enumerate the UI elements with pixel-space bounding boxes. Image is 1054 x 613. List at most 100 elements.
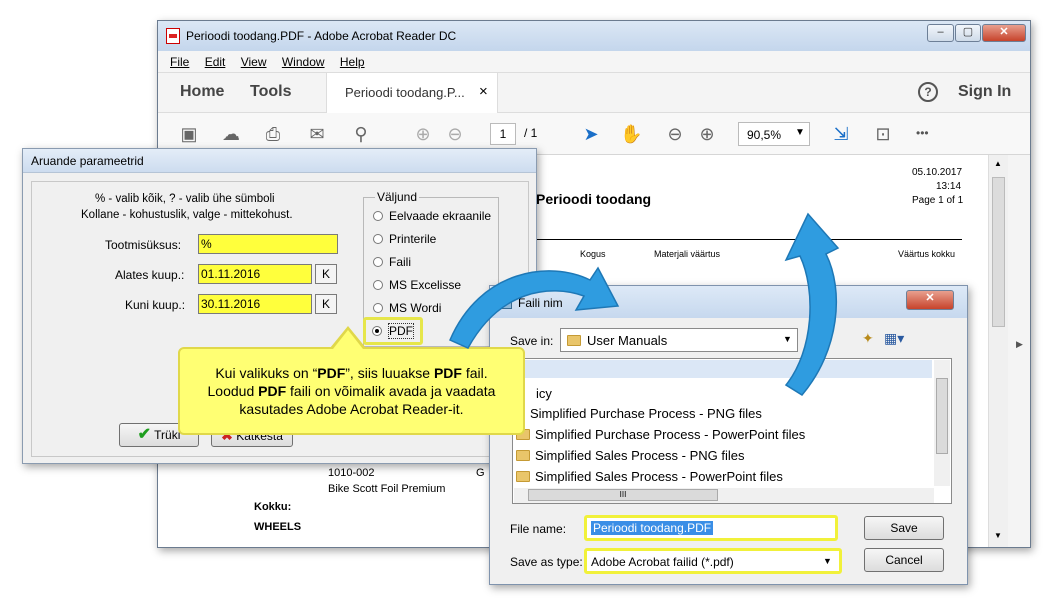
hand-tool-icon[interactable]: ✋ [620,123,642,145]
new-folder-icon[interactable]: ✦ [862,330,874,347]
radio-printer[interactable]: Printerile [373,232,436,246]
doc-wheels: WHEELS [254,521,302,533]
doc-code: 1010-002 [328,467,375,479]
list-scroll-thumb[interactable] [936,378,948,454]
file-name-input[interactable]: Perioodi toodang.PDF [584,515,838,541]
list-item[interactable]: icy [536,384,552,404]
maximize-button[interactable]: ▢ [955,24,981,42]
kuni-label: Kuni kuup.: [125,298,186,312]
kuni-date-input[interactable]: 30.11.2016 [198,294,312,314]
tootmisuksus-label: Tootmisüksus: [105,238,182,252]
callout-line-1: Kui valikuks on “PDF”, siis luuakse PDF … [215,365,488,381]
save-as-type-value: Adobe Acrobat failid (*.pdf) [591,555,734,569]
radio-file[interactable]: Faili [373,255,411,269]
save-dialog-close-button[interactable]: ✕ [906,290,954,310]
radio-label: MS Wordi [389,301,442,315]
search-icon[interactable]: ⚲ [350,123,372,145]
upload-cloud-icon[interactable]: ☁ [220,123,242,145]
list-horizontal-scrollbar[interactable]: III [514,488,934,503]
kuni-calendar-button[interactable]: K [315,294,337,314]
doc-kokku: Kokku: [254,501,292,513]
expand-right-icon[interactable]: ▶ [1016,339,1023,350]
right-pane-toggle[interactable]: ▶ [1008,155,1030,547]
radio-circle-selected [372,326,382,336]
tootmisuksus-input[interactable]: % [198,234,338,254]
list-item[interactable]: Simplified Sales Process - PNG files [516,446,745,466]
more-tools-icon[interactable]: ••• [916,126,929,140]
list-header [514,360,932,378]
page-down-icon[interactable]: ⊖ [444,123,466,145]
chevron-down-icon[interactable]: ▼ [823,556,832,566]
doc-product: Bike Scott Foil Premium [328,483,446,495]
zoom-select[interactable]: 90,5% ▼ [738,122,810,146]
file-name-value: Perioodi toodang.PDF [591,521,714,535]
doc-date: 05.10.2017 [912,167,963,178]
h-scroll-thumb[interactable]: III [528,489,718,501]
pdf-app-icon [166,28,180,44]
doc-title: Perioodi toodang [536,191,652,207]
fit-width-icon[interactable]: ⇲ [830,123,852,145]
menu-window[interactable]: Window [282,55,325,69]
radio-pdf[interactable]: PDF [363,317,423,345]
save-button[interactable]: Save [864,516,944,540]
h-scroll-grip: III [619,490,627,499]
save-as-type-select[interactable]: Adobe Acrobat failid (*.pdf) ▼ [584,548,842,574]
email-icon[interactable]: ✉ [306,123,328,145]
zoom-out-icon[interactable]: ⊖ [664,123,686,145]
list-item[interactable]: Simplified Purchase Process - PNG files [530,404,762,424]
radio-label: Printerile [389,232,437,246]
help-icon[interactable]: ? [918,82,938,102]
print-icon[interactable]: ⎙ [262,123,284,145]
list-vertical-scrollbar[interactable] [934,360,950,486]
view-menu-icon[interactable]: ▦▾ [884,330,904,347]
menu-help[interactable]: Help [340,55,365,69]
radio-word[interactable]: MS Wordi [373,301,441,315]
flow-arrow-icon [449,266,620,349]
minimize-button[interactable]: – [927,24,954,42]
checkmark-icon: ✔ [137,426,152,443]
page-up-icon[interactable]: ⊕ [412,123,434,145]
alates-calendar-button[interactable]: K [315,264,337,284]
scroll-down-icon[interactable]: ▼ [994,531,1002,540]
alates-date-input[interactable]: 01.11.2016 [198,264,312,284]
list-item[interactable]: Simplified Sales Process - PowerPoint fi… [516,467,783,487]
nav-tools[interactable]: Tools [250,83,291,101]
sign-in-link[interactable]: Sign In [958,83,1011,101]
menu-view[interactable]: View [241,55,267,69]
menu-edit[interactable]: Edit [205,55,226,69]
zoom-in-icon[interactable]: ⊕ [696,123,718,145]
radio-preview[interactable]: Eelvaade ekraanile [373,209,491,223]
explanation-callout: Kui valikuks on “PDF”, siis luuakse PDF … [178,347,525,435]
file-name-label: File name: [510,522,567,536]
save-icon[interactable]: ▣ [178,123,200,145]
acrobat-title: Perioodi toodang.PDF - Adobe Acrobat Rea… [186,29,457,43]
callout-line-3: kasutades Adobe Acrobat Reader-it. [239,401,464,417]
nav-home[interactable]: Home [180,83,224,101]
fit-page-icon[interactable]: ⊡ [872,123,894,145]
document-tab[interactable]: Perioodi toodang.P... × [326,73,498,113]
cancel-save-button[interactable]: Cancel [864,548,944,572]
doc-col-materjali: Materjali väärtus [654,249,721,259]
doc-page: Page 1 of 1 [912,195,964,206]
select-cursor-icon[interactable]: ➤ [580,123,602,145]
tab-close-icon[interactable]: × [479,83,488,100]
close-button[interactable]: ✕ [982,24,1026,42]
radio-circle [373,303,383,313]
acrobat-navbar: Home Tools Perioodi toodang.P... × ? Sig… [158,73,1030,113]
menu-file[interactable]: File [170,55,189,69]
acrobat-titlebar: Perioodi toodang.PDF - Adobe Acrobat Rea… [158,21,1030,51]
page-number-input[interactable]: 1 [490,123,516,145]
vertical-scrollbar[interactable]: ▲ ▼ [988,155,1008,547]
callout-pointer-fill [333,330,363,349]
alates-label: Alates kuup.: [115,268,185,282]
radio-circle [373,280,383,290]
scroll-up-icon[interactable]: ▲ [994,159,1002,168]
dialog-titlebar: Aruande parameetrid [23,149,536,173]
doc-time: 13:14 [936,181,962,192]
scroll-thumb[interactable] [992,177,1005,327]
hint-line-1: % - valib kõik, ? - valib ühe sümboli [95,193,275,205]
flow-arrow-up-icon [784,212,840,396]
list-item[interactable]: Simplified Purchase Process - PowerPoint… [516,425,805,445]
output-group-label: Väljund [375,190,420,204]
chevron-down-icon: ▼ [795,127,805,138]
